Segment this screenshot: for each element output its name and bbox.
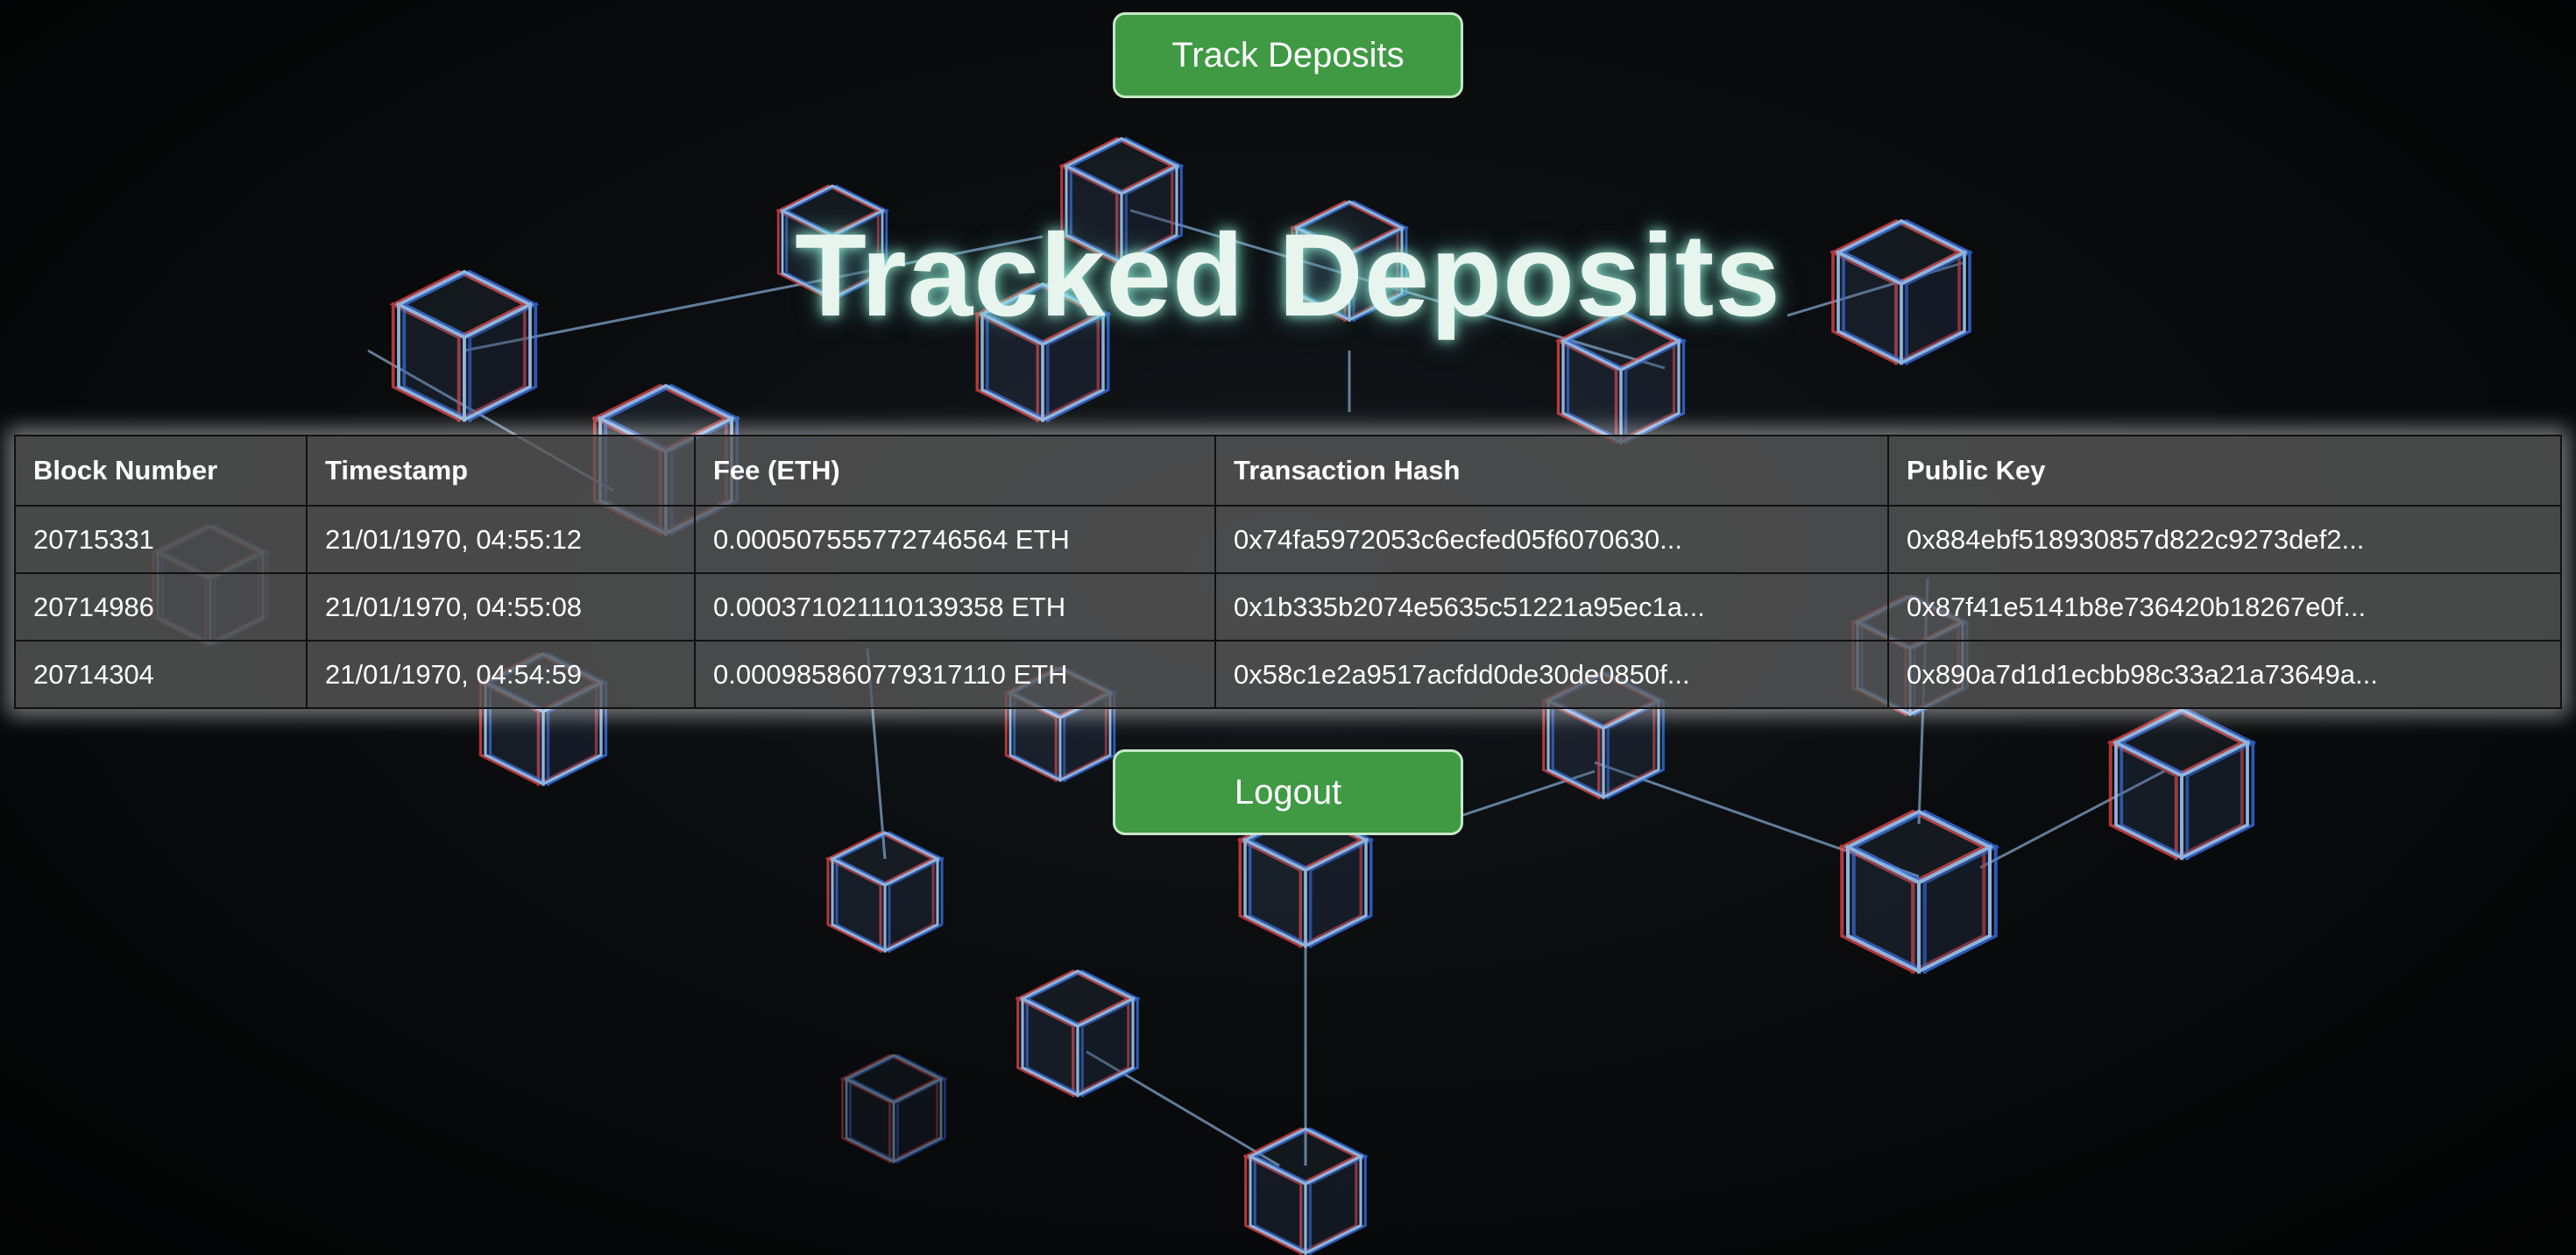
table-row: 20714986 21/01/1970, 04:55:08 0.00037102… — [14, 572, 2562, 642]
cell-block-number: 20715331 — [14, 505, 308, 574]
cell-block-number: 20714986 — [14, 572, 308, 642]
cell-fee: 0.000985860779317110 ETH — [694, 640, 1216, 709]
cell-timestamp: 21/01/1970, 04:55:08 — [306, 572, 696, 642]
table-row: 20715331 21/01/1970, 04:55:12 0.00050755… — [14, 505, 2562, 574]
deposits-table-container: Block Number Timestamp Fee (ETH) Transac… — [14, 435, 2562, 709]
logout-button[interactable]: Logout — [1113, 749, 1463, 835]
column-header-fee: Fee (ETH) — [694, 435, 1216, 507]
cell-transaction-hash: 0x58c1e2a9517acfdd0de30de0850f... — [1214, 640, 1889, 709]
table-header-row: Block Number Timestamp Fee (ETH) Transac… — [14, 435, 2562, 507]
column-header-transaction-hash: Transaction Hash — [1214, 435, 1889, 507]
cell-transaction-hash: 0x1b335b2074e5635c51221a95ec1a... — [1214, 572, 1889, 642]
cell-timestamp: 21/01/1970, 04:54:59 — [306, 640, 696, 709]
column-header-block-number: Block Number — [14, 435, 308, 507]
cell-public-key: 0x884ebf518930857d822c9273def2... — [1887, 505, 2562, 574]
column-header-timestamp: Timestamp — [306, 435, 696, 507]
cell-timestamp: 21/01/1970, 04:55:12 — [306, 505, 696, 574]
cell-fee: 0.000371021110139358 ETH — [694, 572, 1216, 642]
cell-public-key: 0x87f41e5141b8e736420b18267e0f... — [1887, 572, 2562, 642]
app-root: Track Deposits Tracked Deposits Block Nu… — [0, 0, 2576, 1255]
track-deposits-button[interactable]: Track Deposits — [1113, 12, 1463, 98]
table-row: 20714304 21/01/1970, 04:54:59 0.00098586… — [14, 640, 2562, 709]
column-header-public-key: Public Key — [1887, 435, 2562, 507]
page-title: Tracked Deposits — [795, 210, 1781, 341]
cell-fee: 0.000507555772746564 ETH — [694, 505, 1216, 574]
cell-public-key: 0x890a7d1d1ecbb98c33a21a73649a... — [1887, 640, 2562, 709]
cell-block-number: 20714304 — [14, 640, 308, 709]
deposits-table: Block Number Timestamp Fee (ETH) Transac… — [14, 435, 2562, 709]
cell-transaction-hash: 0x74fa5972053c6ecfed05f6070630... — [1214, 505, 1889, 574]
